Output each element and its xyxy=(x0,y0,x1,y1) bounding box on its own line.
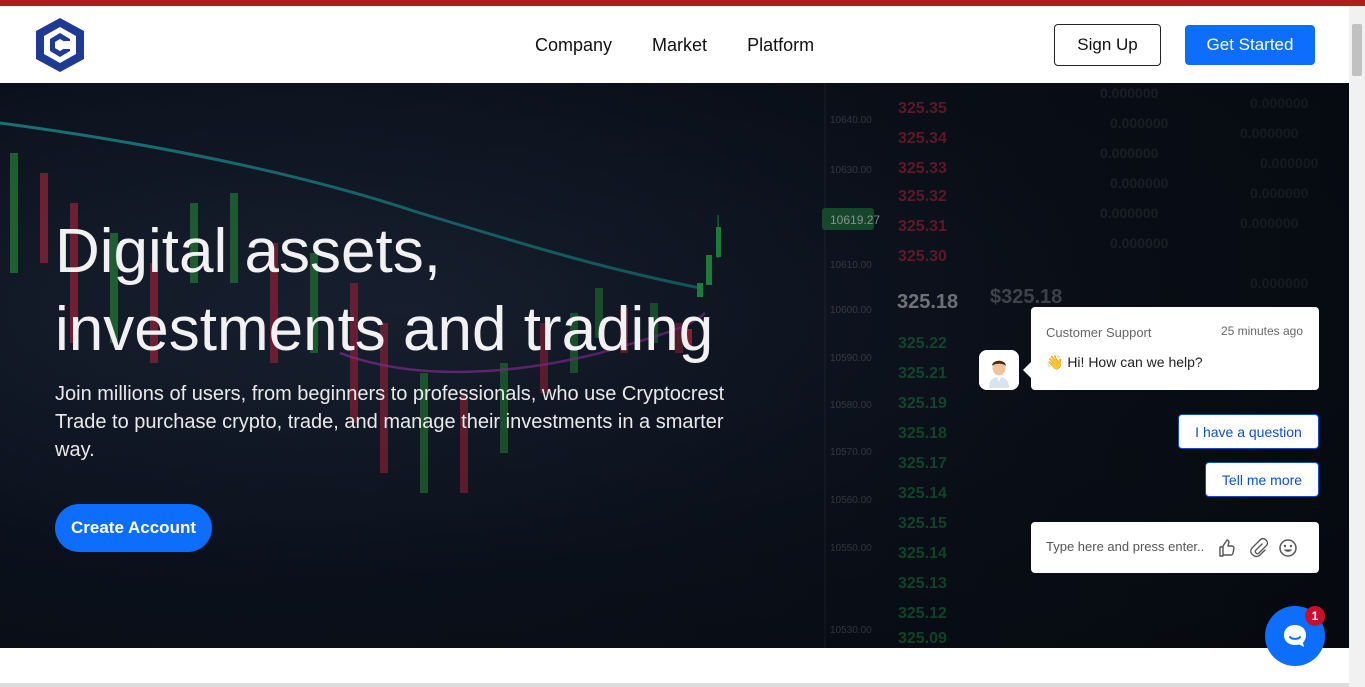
nav-platform[interactable]: Platform xyxy=(747,35,814,56)
nav-company[interactable]: Company xyxy=(535,35,612,56)
scrollbar-thumb[interactable] xyxy=(1352,24,1362,76)
chat-sender: Customer Support xyxy=(1046,325,1152,340)
thumbs-up-icon[interactable] xyxy=(1217,538,1237,558)
site-header: Company Market Platform Sign Up Get Star… xyxy=(0,6,1349,83)
get-started-button[interactable]: Get Started xyxy=(1185,25,1315,65)
support-agent-avatar xyxy=(979,350,1019,390)
chat-timestamp: 25 minutes ago xyxy=(1220,324,1303,338)
hero-title-line-1: Digital assets, xyxy=(55,217,441,286)
hero-title: Digital assets, investments and trading xyxy=(55,213,775,369)
unread-badge: 1 xyxy=(1305,606,1325,626)
sign-up-button[interactable]: Sign Up xyxy=(1054,24,1161,66)
create-account-button[interactable]: Create Account xyxy=(55,504,212,552)
chat-message-input[interactable] xyxy=(1046,539,1211,554)
vertical-scrollbar[interactable] xyxy=(1349,6,1365,687)
chat-input-box xyxy=(1031,522,1319,573)
hero-title-line-2: investments and trading xyxy=(55,295,714,364)
chat-message: 👋 Hi! How can we help? xyxy=(1046,354,1203,370)
emoji-icon[interactable] xyxy=(1278,538,1298,558)
hero-subtitle: Join millions of users, from beginners t… xyxy=(55,383,725,461)
chat-option-question[interactable]: I have a question xyxy=(1178,414,1319,449)
nav-market[interactable]: Market xyxy=(652,35,707,56)
chat-bubble-icon xyxy=(1284,625,1306,647)
main-nav: Company Market Platform xyxy=(535,35,814,56)
paperclip-icon[interactable] xyxy=(1248,538,1268,558)
chat-message-card: Customer Support 25 minutes ago 👋 Hi! Ho… xyxy=(1023,307,1319,390)
cryptocrest-logo-icon[interactable] xyxy=(34,16,86,74)
page-bottom-edge xyxy=(0,683,1349,687)
chat-option-tell-more[interactable]: Tell me more xyxy=(1205,462,1319,497)
